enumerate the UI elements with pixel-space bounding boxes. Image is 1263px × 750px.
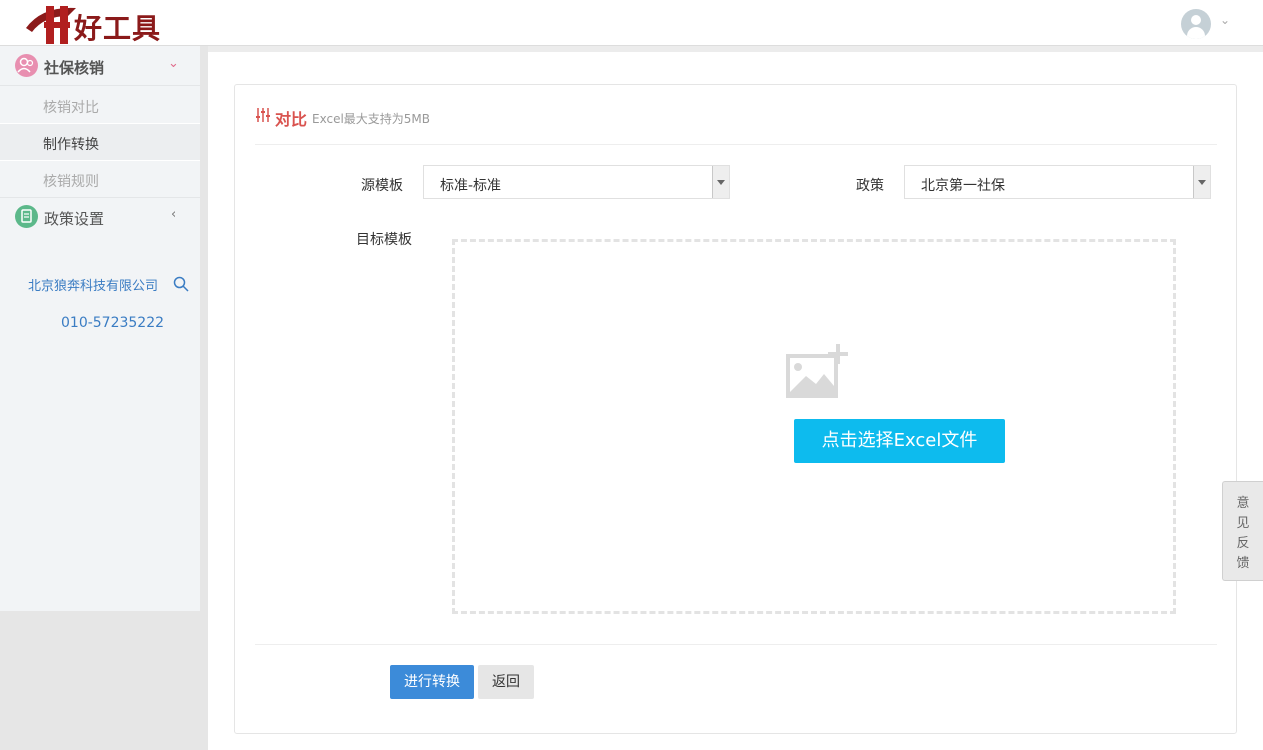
sidebar: 社保核销 ⌄ 核销对比 制作转换 核销规则 政策设置 ‹ 北京狼奔科技有限公司 … <box>0 46 200 611</box>
card-title: 对比 <box>275 110 308 129</box>
chevron-down-icon <box>712 166 729 198</box>
sliders-icon <box>256 108 270 122</box>
chevron-down-icon[interactable]: ⌄ <box>1220 13 1230 27</box>
sidebar-divider <box>200 46 208 750</box>
image-add-icon <box>786 344 848 398</box>
document-icon <box>15 205 38 228</box>
sidebar-item-make-conversion[interactable]: 制作转换 <box>0 124 200 161</box>
sidebar-group-title: 社保核销 <box>44 59 105 77</box>
sidebar-footer-area <box>0 611 200 750</box>
sidebar-group-social-security[interactable]: 社保核销 ⌄ <box>0 46 200 86</box>
user-avatar-icon[interactable] <box>1181 9 1211 39</box>
sidebar-item-verification-compare[interactable]: 核销对比 <box>0 87 200 124</box>
policy-value: 北京第一社保 <box>921 178 1005 194</box>
card-subtitle: Excel最大支持为5MB <box>312 112 431 126</box>
people-icon <box>15 54 38 77</box>
select-excel-file-button[interactable]: 点击选择Excel文件 <box>794 419 1005 463</box>
sidebar-item-label: 核销对比 <box>43 100 99 116</box>
source-template-select[interactable]: 标准-标准 <box>423 165 730 199</box>
source-template-value: 标准-标准 <box>440 178 502 194</box>
sidebar-group-policy-settings[interactable]: 政策设置 ‹ <box>0 197 200 237</box>
feedback-char: 见 <box>1236 516 1250 531</box>
feedback-char: 反 <box>1236 536 1250 551</box>
target-template-label: 目标模板 <box>356 232 412 248</box>
feedback-char: 意 <box>1236 496 1250 511</box>
sidebar-item-verification-rules[interactable]: 核销规则 <box>0 161 200 198</box>
source-template-label: 源模板 <box>361 178 403 194</box>
chevron-down-icon: ⌄ <box>168 56 179 71</box>
logo[interactable]: 好工具 <box>22 2 172 46</box>
chevron-down-icon <box>1193 166 1210 198</box>
company-name[interactable]: 北京狼奔科技有限公司 <box>28 275 158 294</box>
divider <box>255 144 1217 145</box>
feedback-char: 馈 <box>1236 556 1250 571</box>
search-icon[interactable] <box>173 276 189 292</box>
sidebar-group-title: 政策设置 <box>44 210 105 228</box>
top-header: 好工具 ⌄ <box>0 0 1263 46</box>
convert-button[interactable]: 进行转换 <box>390 665 474 699</box>
back-button[interactable]: 返回 <box>478 665 534 699</box>
chevron-left-icon: ‹ <box>171 207 177 222</box>
feedback-tab[interactable]: 意 见 反 馈 <box>1222 481 1263 581</box>
policy-label: 政策 <box>856 178 884 194</box>
company-phone: 010-57235222 <box>61 315 165 331</box>
sidebar-item-label: 制作转换 <box>43 137 99 153</box>
policy-select[interactable]: 北京第一社保 <box>904 165 1211 199</box>
logo-icon <box>26 6 76 44</box>
logo-text: 好工具 <box>74 12 162 45</box>
divider <box>255 644 1217 645</box>
sidebar-item-label: 核销规则 <box>43 174 99 190</box>
